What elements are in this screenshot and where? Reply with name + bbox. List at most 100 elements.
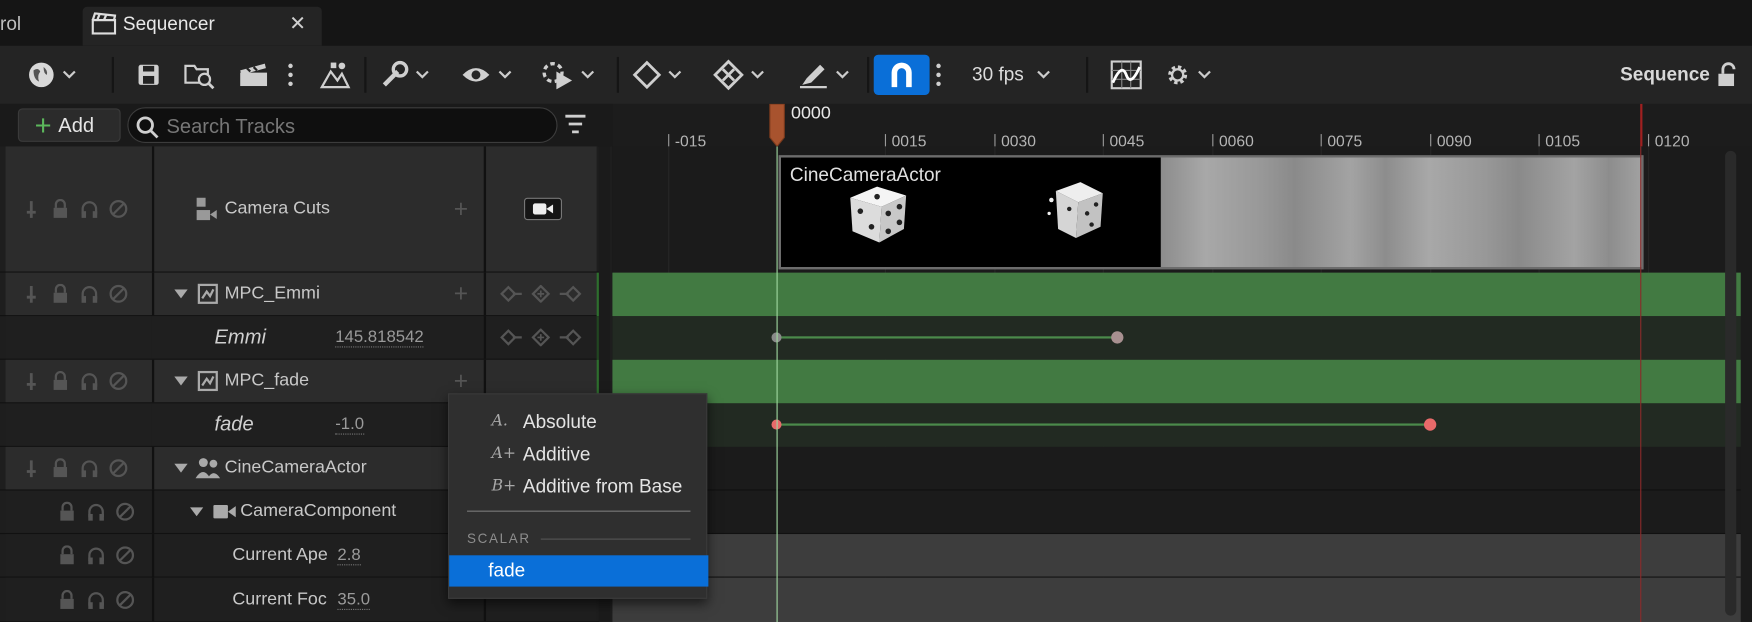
mute-icon[interactable] <box>115 502 135 522</box>
track-list-header: + Add <box>0 103 613 147</box>
render-movie-button[interactable] <box>238 55 269 95</box>
timeline-scrollbar[interactable] <box>1725 150 1737 616</box>
add-icon[interactable]: + <box>454 279 468 308</box>
collapse-arrow-icon[interactable] <box>174 463 188 473</box>
fade-key-track[interactable] <box>612 403 1741 447</box>
snap-toggle-button[interactable] <box>873 54 930 95</box>
timeline-tracks[interactable]: CineCameraActor <box>612 146 1752 622</box>
key-button[interactable] <box>632 55 682 95</box>
key-marker[interactable] <box>1111 331 1124 344</box>
menu-separator <box>467 510 691 512</box>
headphones-icon[interactable] <box>86 502 106 522</box>
key-interpolation-line <box>776 336 1118 339</box>
parameter-value[interactable]: -1.0 <box>335 415 365 435</box>
lock-icon[interactable] <box>50 198 70 219</box>
camera-component-track[interactable] <box>612 490 1741 535</box>
focal-length-section[interactable] <box>612 577 1741 622</box>
menu-item-label: Additive from Base <box>522 475 683 498</box>
time-ruler[interactable]: -015 0015 0030 0045 0060 0075 0090 0105 … <box>612 103 1752 150</box>
collapse-arrow-icon[interactable] <box>189 507 204 517</box>
parameter-value[interactable]: 35.0 <box>337 589 371 610</box>
toolbar-divider <box>867 56 870 93</box>
next-key-icon[interactable] <box>558 285 583 303</box>
lock-icon[interactable] <box>57 545 77 565</box>
browse-button[interactable] <box>183 55 217 95</box>
camera-lock-button[interactable] <box>524 197 563 221</box>
emmi-key-track[interactable] <box>612 316 1741 360</box>
parameter-value[interactable]: 145.818542 <box>335 327 424 348</box>
playhead-handle[interactable] <box>768 103 787 147</box>
lock-icon[interactable] <box>57 589 77 609</box>
sequencer-settings-button[interactable] <box>1164 55 1211 95</box>
headphones-icon[interactable] <box>79 371 99 391</box>
lock-icon[interactable] <box>57 501 77 522</box>
key-remove-button[interactable] <box>713 55 764 95</box>
menu-item-additive-from-base[interactable]: B+ Additive from Base <box>449 470 708 502</box>
search-tracks <box>127 107 558 144</box>
more-options-button[interactable] <box>286 55 295 95</box>
curve-editor-button[interactable] <box>1110 55 1142 95</box>
hierarchy-button[interactable] <box>319 55 351 95</box>
add-key-icon[interactable] <box>531 284 551 303</box>
mute-icon[interactable] <box>108 199 128 219</box>
tab-sequencer[interactable]: Sequencer ✕ <box>82 6 322 46</box>
add-icon[interactable]: + <box>454 194 468 223</box>
menu-item-absolute[interactable]: A. Absolute <box>449 406 708 438</box>
key-marker[interactable] <box>1423 418 1437 431</box>
add-key-icon[interactable] <box>531 328 551 347</box>
search-tracks-input[interactable] <box>166 113 536 139</box>
headphones-icon[interactable] <box>79 458 99 478</box>
camera-cut-section[interactable]: CineCameraActor <box>778 155 1644 270</box>
video-camera-icon <box>532 202 554 215</box>
tab-previous[interactable]: rol <box>0 7 67 46</box>
headphones-icon[interactable] <box>79 284 99 304</box>
filter-icon[interactable] <box>563 113 588 135</box>
framerate-dropdown[interactable]: 30 fps <box>972 55 1051 95</box>
next-key-icon[interactable] <box>558 328 583 346</box>
mute-icon[interactable] <box>115 545 135 565</box>
aperture-section[interactable] <box>612 534 1741 578</box>
mpc-fade-section[interactable] <box>612 359 1741 404</box>
video-camera-icon <box>212 504 237 520</box>
headphones-icon[interactable] <box>79 199 99 219</box>
pin-icon[interactable] <box>21 199 41 219</box>
headphones-icon[interactable] <box>86 545 106 565</box>
snap-options-button[interactable] <box>934 55 943 95</box>
edit-tool-button[interactable] <box>798 55 849 95</box>
track-row-mpc-emmi[interactable]: MPC_Emmi + <box>0 272 599 317</box>
headphones-icon[interactable] <box>86 589 106 609</box>
previous-key-icon[interactable] <box>499 328 524 346</box>
track-row-emmi[interactable]: Emmi 145.818542 <box>0 316 599 360</box>
lock-icon[interactable] <box>50 370 70 391</box>
view-button[interactable] <box>460 55 512 95</box>
close-icon[interactable]: ✕ <box>289 12 306 35</box>
lock-button[interactable] <box>1716 55 1741 95</box>
mpc-emmi-section[interactable] <box>612 272 1741 317</box>
mute-icon[interactable] <box>108 371 128 391</box>
track-row-camera-cuts[interactable]: Camera Cuts + <box>0 146 599 273</box>
tools-button[interactable] <box>380 55 429 95</box>
cine-camera-actor-track[interactable] <box>612 446 1741 491</box>
lock-icon[interactable] <box>50 458 70 478</box>
mute-icon[interactable] <box>108 284 128 304</box>
add-track-button[interactable]: + Add <box>17 108 121 142</box>
pin-icon[interactable] <box>21 284 41 304</box>
collapse-arrow-icon[interactable] <box>174 376 188 386</box>
collapse-arrow-icon[interactable] <box>174 289 188 299</box>
shot-label: CineCameraActor <box>789 164 941 186</box>
lock-icon[interactable] <box>50 283 70 304</box>
additive-blend-icon: A+ <box>491 444 517 463</box>
menu-item-fade[interactable]: fade <box>449 555 709 587</box>
save-button[interactable] <box>136 55 161 95</box>
pin-icon[interactable] <box>21 458 41 478</box>
mute-icon[interactable] <box>115 589 135 609</box>
add-icon[interactable]: + <box>454 366 468 395</box>
playback-options-button[interactable] <box>541 55 595 95</box>
menu-item-additive[interactable]: A+ Additive <box>449 438 708 470</box>
camera-cuts-icon <box>194 196 219 223</box>
mute-icon[interactable] <box>108 458 128 478</box>
world-button[interactable] <box>27 55 76 95</box>
previous-key-icon[interactable] <box>499 285 524 303</box>
parameter-value[interactable]: 2.8 <box>337 545 361 566</box>
pin-icon[interactable] <box>21 371 41 391</box>
